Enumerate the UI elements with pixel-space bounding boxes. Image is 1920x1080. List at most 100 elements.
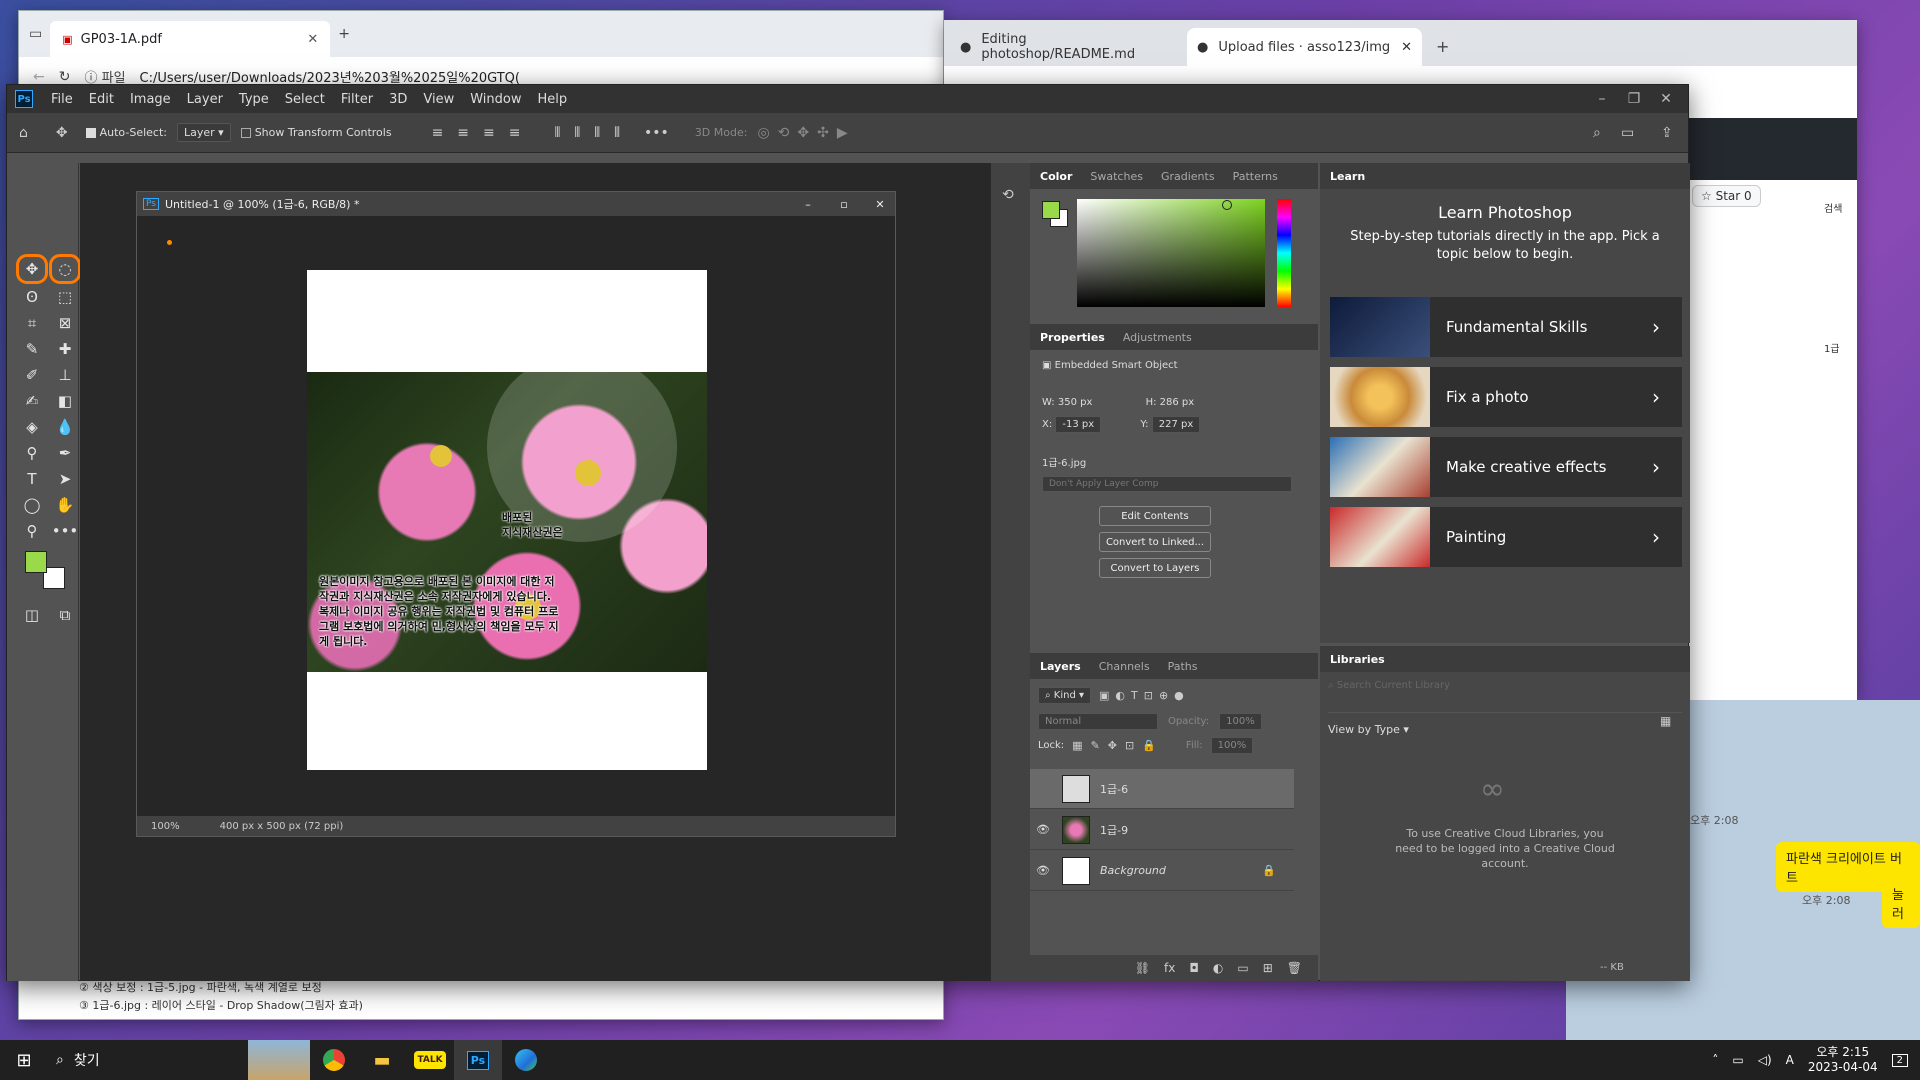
crop-tool-icon[interactable]: ⌗: [19, 311, 45, 335]
tab-channels[interactable]: Channels: [1099, 660, 1150, 673]
menu-filter[interactable]: Filter: [333, 92, 381, 107]
menu-edit[interactable]: Edit: [81, 92, 122, 107]
distribute-icons[interactable]: ⫴⫴⫴⫴: [555, 126, 635, 140]
menu-help[interactable]: Help: [530, 92, 576, 107]
learn-card-fix-photo[interactable]: Fix a photo ›: [1330, 367, 1682, 427]
hand-tool-icon[interactable]: ✋: [52, 493, 78, 517]
eye-icon[interactable]: 👁: [1030, 864, 1056, 877]
menu-window[interactable]: Window: [462, 92, 529, 107]
3d-mode-icons[interactable]: ◎⟲✥✣▶: [757, 126, 855, 140]
trash-icon[interactable]: 🗑: [1287, 961, 1302, 975]
adjustment-icon[interactable]: ◐: [1213, 961, 1223, 975]
layer-select-dropdown[interactable]: Layer ▾: [176, 123, 231, 142]
link-icon[interactable]: ⛓: [1135, 961, 1150, 975]
path-selection-icon[interactable]: ➤: [52, 467, 78, 491]
learn-card-creative[interactable]: Make creative effects ›: [1330, 437, 1682, 497]
chrome-tab-upload[interactable]: ● Upload files · asso123/img ✕: [1187, 28, 1422, 66]
refresh-icon[interactable]: ↻: [59, 70, 71, 84]
history-brush-icon[interactable]: ✍: [19, 389, 45, 413]
learn-card-fundamentals[interactable]: Fundamental Skills ›: [1330, 297, 1682, 357]
dodge-tool-icon[interactable]: ⚲: [19, 441, 45, 465]
history-icon[interactable]: ⟲: [1002, 187, 1014, 203]
pen-tool-icon[interactable]: ✒: [52, 441, 78, 465]
paint-bucket-icon[interactable]: ◈: [19, 415, 45, 439]
color-field[interactable]: [1077, 199, 1265, 307]
file-explorer-icon[interactable]: ▬: [358, 1040, 406, 1080]
frame-tool-icon[interactable]: ⊠: [52, 311, 78, 335]
convert-to-layers-button[interactable]: Convert to Layers: [1099, 558, 1211, 578]
brush-tool-icon[interactable]: ✐: [19, 363, 45, 387]
zoom-level[interactable]: 100%: [151, 821, 180, 832]
object-selection-icon[interactable]: ⬚: [52, 285, 78, 309]
tab-paths[interactable]: Paths: [1168, 660, 1198, 673]
taskbar-search[interactable]: ⌕ 찾기: [48, 1040, 248, 1080]
tab-swatches[interactable]: Swatches: [1090, 170, 1143, 183]
fill-field[interactable]: 100%: [1210, 737, 1254, 754]
more-icon[interactable]: •••: [644, 126, 669, 140]
ellipse-tool-icon[interactable]: ◯: [19, 493, 45, 517]
kind-filter-dropdown[interactable]: ⌕ Kind ▾: [1038, 687, 1092, 704]
lock-icons[interactable]: ▦✎✥⊡🔒: [1072, 740, 1164, 751]
color-picker-handle[interactable]: [1222, 200, 1232, 210]
new-tab-icon[interactable]: +: [1424, 37, 1461, 66]
align-icons[interactable]: ≡≡≡≡: [432, 126, 535, 140]
view-by-type[interactable]: View by Type ▾: [1328, 723, 1682, 736]
eyedropper-icon[interactable]: ✎: [19, 337, 45, 361]
blend-mode-dropdown[interactable]: Normal: [1038, 713, 1158, 730]
library-dropdown[interactable]: [1328, 699, 1682, 713]
tab-layers[interactable]: Layers: [1040, 660, 1081, 673]
screen-mode-icon[interactable]: ⧉: [52, 603, 78, 627]
maximize-icon[interactable]: ▫: [829, 198, 859, 211]
layer-row[interactable]: 👁 1급-9: [1030, 810, 1294, 850]
mask-icon[interactable]: ◘: [1189, 961, 1199, 975]
new-layer-icon[interactable]: ⊞: [1263, 961, 1273, 975]
transform-controls-checkbox[interactable]: Show Transform Controls: [240, 126, 392, 139]
menu-view[interactable]: View: [415, 92, 462, 107]
fg-color-chip[interactable]: [1042, 201, 1060, 219]
star-button[interactable]: ☆ Star 0: [1692, 185, 1761, 207]
share-icon[interactable]: ⇪: [1661, 126, 1673, 140]
home-icon[interactable]: ⌂: [19, 126, 28, 140]
menu-layer[interactable]: Layer: [179, 92, 231, 107]
tab-adjustments[interactable]: Adjustments: [1123, 331, 1192, 344]
layer-comp-dropdown[interactable]: Don't Apply Layer Comp: [1042, 476, 1292, 492]
edit-contents-button[interactable]: Edit Contents: [1099, 506, 1211, 526]
notification-icon[interactable]: 2: [1891, 1053, 1908, 1067]
layer-name[interactable]: Background: [1100, 864, 1166, 877]
auto-select-checkbox[interactable]: Auto-Select:: [85, 126, 167, 139]
edge-taskbar-icon[interactable]: [502, 1040, 550, 1080]
eraser-icon[interactable]: ◧: [52, 389, 78, 413]
y-field[interactable]: 227 px: [1151, 416, 1201, 433]
search-icon[interactable]: ⌕: [1593, 126, 1601, 140]
menu-type[interactable]: Type: [231, 92, 277, 107]
tab-actions-icon[interactable]: ▭: [29, 27, 42, 41]
layer-row[interactable]: 👁 Background 🔒: [1030, 851, 1294, 891]
chrome-taskbar-icon[interactable]: [310, 1040, 358, 1080]
group-icon[interactable]: ▭: [1237, 961, 1248, 975]
close-icon[interactable]: ✕: [865, 198, 895, 211]
opacity-field[interactable]: 100%: [1219, 713, 1262, 730]
tab-learn[interactable]: Learn: [1330, 170, 1365, 183]
healing-brush-icon[interactable]: ✚: [52, 337, 78, 361]
tab-color[interactable]: Color: [1040, 170, 1072, 183]
layer-row[interactable]: 1급-6: [1030, 769, 1294, 809]
edge-tab-pdf[interactable]: ▣ GP03-1A.pdf ✕: [50, 21, 331, 57]
grid-view-icon[interactable]: ▦: [1660, 714, 1671, 728]
type-tool-icon[interactable]: T: [19, 467, 45, 491]
close-icon[interactable]: ✕: [1401, 40, 1412, 55]
tab-properties[interactable]: Properties: [1040, 331, 1105, 344]
foreground-color-swatch[interactable]: [25, 551, 47, 573]
close-icon[interactable]: ✕: [307, 32, 318, 47]
chrome-tab-readme[interactable]: ● Editing photoshop/README.md: [950, 28, 1185, 66]
tab-libraries[interactable]: Libraries: [1330, 653, 1385, 666]
filter-icons[interactable]: ▣◐T⊡⊕●: [1099, 690, 1190, 701]
volume-icon[interactable]: ◁): [1758, 1053, 1772, 1067]
clock[interactable]: 오후 2:15 2023-04-04: [1808, 1045, 1878, 1075]
library-search[interactable]: ⌕ Search Current Library: [1328, 680, 1682, 691]
move-tool-icon[interactable]: ✥: [56, 126, 68, 140]
hue-slider[interactable]: [1277, 199, 1291, 307]
new-tab-icon[interactable]: +: [338, 27, 350, 41]
windows-start-icon[interactable]: ⊞: [0, 1040, 48, 1080]
lasso-tool-icon[interactable]: ʘ: [19, 285, 45, 309]
artboard[interactable]: 배포된 지식재산권은 원본이미지 참고용으로 배포된 본 이미지에 대한 저작권과…: [307, 270, 707, 770]
